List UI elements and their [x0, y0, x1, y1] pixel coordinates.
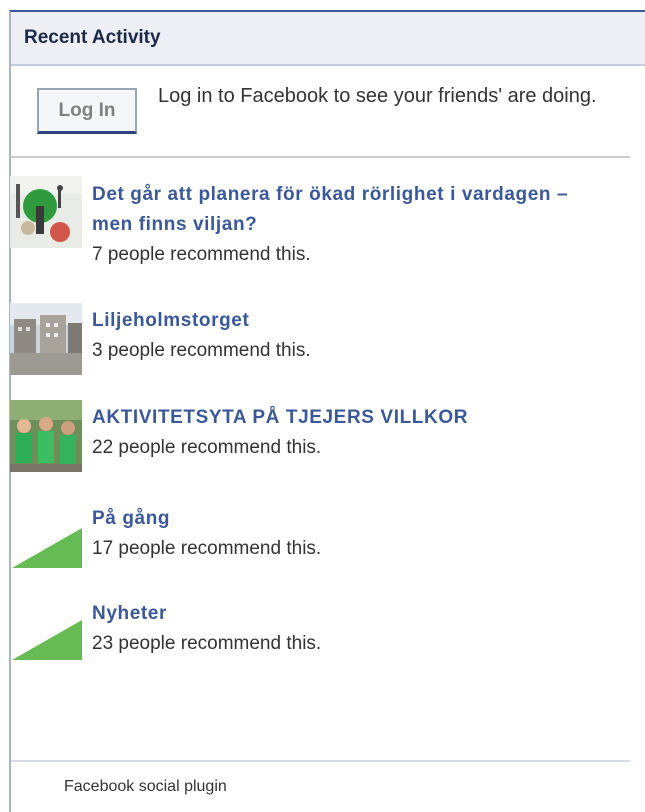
- activity-thumbnail[interactable]: [10, 176, 82, 248]
- activity-thumbnail[interactable]: [10, 303, 82, 375]
- login-button[interactable]: Log In: [37, 88, 137, 134]
- login-row: Log In Log in to Facebook to see your fr…: [11, 66, 645, 170]
- recommend-count: 17 people recommend this.: [92, 538, 322, 559]
- activity-title-link[interactable]: Det går att planera för ökad rörlighet i…: [92, 180, 612, 240]
- login-message: Log in to Facebook to see your friends' …: [158, 85, 597, 107]
- recommend-count: 3 people recommend this.: [92, 340, 311, 361]
- footer-plugin-label[interactable]: Facebook social plugin: [64, 778, 227, 796]
- recommend-count: 7 people recommend this.: [92, 244, 311, 265]
- recommend-count: 22 people recommend this.: [92, 437, 322, 458]
- recommend-count: 23 people recommend this.: [92, 633, 322, 654]
- activity-thumbnail[interactable]: [10, 400, 82, 472]
- activity-thumbnail[interactable]: [10, 498, 82, 570]
- footer-divider: [11, 760, 630, 762]
- widget-title: Recent Activity: [24, 27, 161, 48]
- activity-thumbnail[interactable]: [10, 590, 82, 662]
- divider: [11, 156, 630, 158]
- activity-title-link[interactable]: Liljeholmstorget: [92, 306, 612, 336]
- activity-title-link[interactable]: På gång: [92, 504, 612, 534]
- activity-title-link[interactable]: AKTIVITETSYTA PÅ TJEJERS VILLKOR: [92, 403, 612, 433]
- widget-header: Recent Activity: [11, 12, 645, 66]
- activity-title-link[interactable]: Nyheter: [92, 599, 612, 629]
